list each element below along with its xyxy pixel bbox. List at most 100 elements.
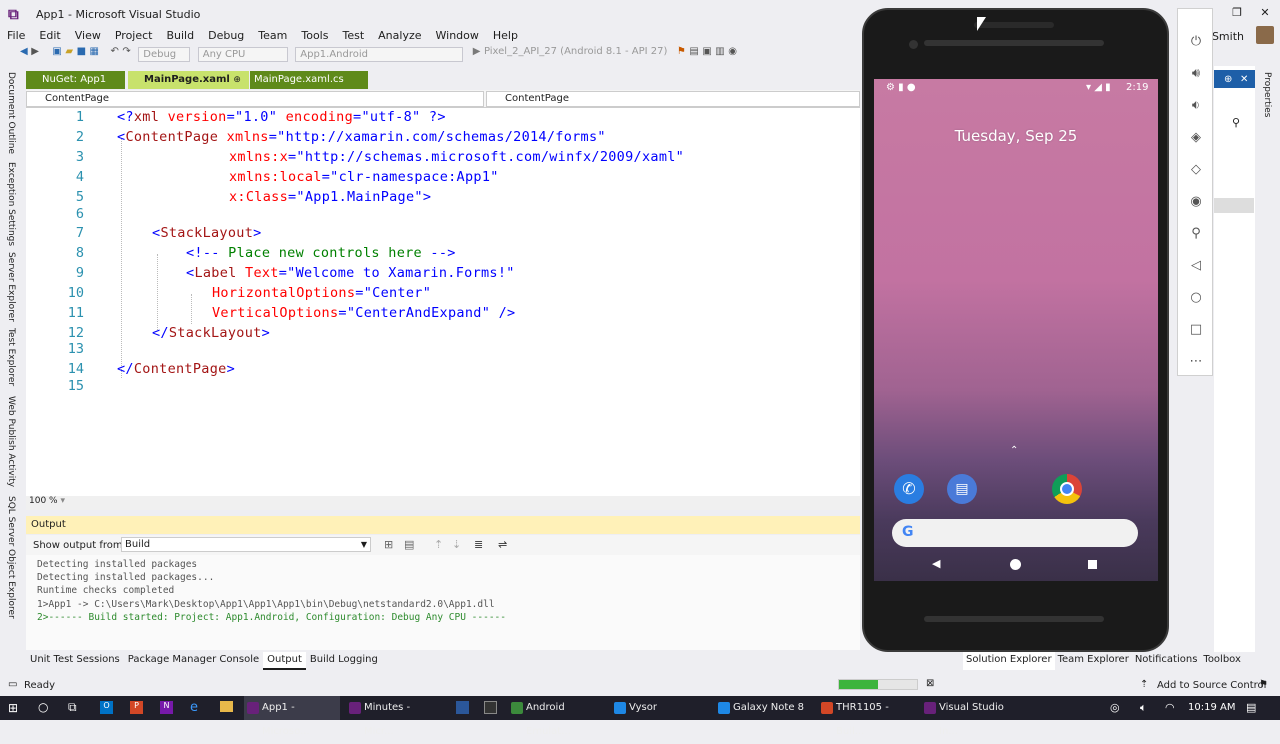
- menu-edit[interactable]: Edit: [32, 29, 67, 43]
- messages-app-icon[interactable]: ▤: [947, 474, 977, 504]
- config-select[interactable]: Debug: [138, 46, 191, 62]
- device-manager-icon[interactable]: ▣: [702, 46, 711, 62]
- menu-view[interactable]: View: [68, 29, 108, 43]
- android-screen[interactable]: ⚙ ▮ ● ▾ ◢ ▮ 2:19 Tuesday, Sep 25 ⌃ ✆ ▤ G…: [874, 79, 1158, 581]
- tab-mainpage-xaml[interactable]: MainPage.xaml ⊕ ×: [128, 71, 249, 103]
- new-project-icon[interactable]: ▣: [52, 46, 61, 62]
- menu-project[interactable]: Project: [108, 29, 160, 43]
- outlook-icon[interactable]: O: [100, 701, 113, 714]
- wifi-tray-icon[interactable]: ◠: [1165, 701, 1175, 714]
- tab-nuget[interactable]: NuGet: App1: [26, 71, 125, 89]
- document-outline-tab[interactable]: Document Outline: [6, 72, 16, 154]
- tab-toolbox[interactable]: Toolbox: [1200, 652, 1244, 670]
- find-message-icon[interactable]: ⊞: [384, 538, 393, 551]
- clear-all-icon[interactable]: ≣: [474, 538, 483, 551]
- menu-test[interactable]: Test: [335, 29, 371, 43]
- server-explorer-tab[interactable]: Server Explorer: [6, 252, 16, 322]
- power-icon[interactable]: ⏻: [1187, 33, 1205, 51]
- back-nav-icon[interactable]: ◀: [932, 557, 940, 570]
- go-down-icon[interactable]: ⇣: [452, 538, 461, 551]
- menu-analyze[interactable]: Analyze: [371, 29, 428, 43]
- breakpoint-icon[interactable]: ◉: [728, 46, 737, 62]
- menu-build[interactable]: Build: [159, 29, 201, 43]
- undo-icon[interactable]: ↶: [110, 46, 118, 62]
- code-editor[interactable]: 1 2 3 4 5 6 7 8 9 10 11 12 13 14 15 <?xml version="1.0…: [26, 108, 860, 496]
- chrome-app-icon[interactable]: [1052, 474, 1082, 504]
- search-icon[interactable]: ⚲: [1232, 116, 1240, 129]
- zoom-icon[interactable]: ⚲: [1187, 225, 1205, 243]
- menu-team[interactable]: Team: [251, 29, 294, 43]
- exception-settings-tab[interactable]: Exception Settings: [6, 162, 16, 246]
- save-icon[interactable]: ■: [77, 46, 86, 62]
- notification-icon[interactable]: ⚑: [1259, 679, 1268, 690]
- tab-mainpage-cs[interactable]: MainPage.xaml.cs: [250, 71, 368, 89]
- open-folder-icon[interactable]: ▰: [65, 46, 73, 62]
- home-nav-icon[interactable]: [1010, 559, 1021, 570]
- network-icon[interactable]: ◎: [1110, 701, 1120, 714]
- overview-icon[interactable]: □: [1187, 321, 1205, 339]
- nav-scope-select[interactable]: ContentPage: [26, 91, 484, 107]
- volume-icon[interactable]: 🔈︎: [1140, 701, 1147, 715]
- tab-package-manager-console[interactable]: Package Manager Console: [124, 652, 263, 670]
- test-explorer-tab[interactable]: Test Explorer: [6, 328, 16, 386]
- edge-icon[interactable]: e: [190, 700, 198, 715]
- word-wrap-icon[interactable]: ⇌: [498, 538, 507, 551]
- device-select[interactable]: Pixel_2_API_27 (Android 8.1 - API 27): [484, 46, 667, 62]
- tab-build-logging[interactable]: Build Logging: [306, 652, 382, 670]
- run-icon[interactable]: ▶: [473, 46, 481, 62]
- vs-code-icon[interactable]: [456, 701, 469, 714]
- home-icon[interactable]: ○: [1187, 289, 1205, 307]
- onenote-icon[interactable]: N: [160, 701, 173, 714]
- terminal-icon[interactable]: [484, 701, 497, 714]
- back-icon[interactable]: ◁: [1187, 257, 1205, 275]
- taskbar-item-minutes[interactable]: Minutes - Micr...: [346, 696, 442, 737]
- sdk-manager-icon[interactable]: ▥: [715, 46, 724, 62]
- forward-icon[interactable]: ▶: [31, 46, 39, 62]
- tab-output[interactable]: Output: [263, 652, 306, 670]
- recents-nav-icon[interactable]: [1088, 560, 1097, 569]
- taskbar-item-galaxy[interactable]: Galaxy Note 8: [715, 696, 813, 720]
- tool-icon[interactable]: ⚑: [677, 46, 686, 62]
- volume-down-icon[interactable]: 🔉︎: [1187, 97, 1205, 115]
- startup-project-select[interactable]: App1.Android: [295, 46, 464, 62]
- tab-unit-test-sessions[interactable]: Unit Test Sessions: [26, 652, 124, 670]
- tab-notifications[interactable]: Notifications: [1132, 652, 1201, 670]
- more-icon[interactable]: ⋯: [1187, 353, 1205, 371]
- properties-tab[interactable]: Properties: [1262, 72, 1272, 117]
- menu-help[interactable]: Help: [486, 29, 525, 43]
- taskbar-item-emulator[interactable]: Android Emulat...: [508, 696, 606, 737]
- taskbar-item-vs-installer[interactable]: Visual Studio In...: [921, 696, 1019, 737]
- taskbar-item-app1[interactable]: App1 - Microso...: [244, 696, 340, 737]
- back-icon[interactable]: ◀: [20, 46, 28, 62]
- platform-select[interactable]: Any CPU: [197, 46, 288, 62]
- output-source-select[interactable]: Build ▼: [121, 537, 371, 552]
- tab-team-explorer[interactable]: Team Explorer: [1055, 652, 1132, 670]
- pin-icon[interactable]: ⊕: [1224, 74, 1232, 85]
- volume-up-icon[interactable]: 🔊︎: [1187, 65, 1205, 83]
- action-center-icon[interactable]: ▤: [1246, 701, 1256, 714]
- rotate-left-icon[interactable]: ◈: [1187, 129, 1205, 147]
- add-to-source-control-button[interactable]: Add to Source Control: [1157, 680, 1266, 691]
- taskbar-item-thr1105[interactable]: THR1105 - Buil...: [818, 696, 916, 737]
- restore-button[interactable]: ❐: [1230, 6, 1244, 20]
- powerpoint-icon[interactable]: P: [130, 701, 143, 714]
- screenshot-icon[interactable]: ◉: [1187, 193, 1205, 211]
- search-icon[interactable]: ○: [38, 700, 48, 714]
- start-icon[interactable]: ⊞: [8, 701, 18, 715]
- close-window-button[interactable]: ✕: [1258, 6, 1272, 20]
- avatar[interactable]: [1256, 26, 1274, 44]
- phone-app-icon[interactable]: ✆: [894, 474, 924, 504]
- menu-file[interactable]: File: [0, 29, 32, 43]
- tab-solution-explorer[interactable]: Solution Explorer: [963, 652, 1055, 670]
- close-panel-icon[interactable]: ✕: [1240, 74, 1248, 85]
- output-text[interactable]: Detecting installed packages Detecting in…: [26, 555, 860, 650]
- taskbar-item-vysor[interactable]: Vysor: [611, 696, 709, 720]
- google-search-bar[interactable]: G: [892, 519, 1138, 547]
- menu-tools[interactable]: Tools: [294, 29, 335, 43]
- menu-window[interactable]: Window: [429, 29, 486, 43]
- app-drawer-arrow-icon[interactable]: ⌃: [1010, 445, 1018, 456]
- toolbox-icon[interactable]: ▤: [689, 46, 698, 62]
- task-view-icon[interactable]: ⧉: [68, 700, 77, 715]
- rotate-right-icon[interactable]: ◇: [1187, 161, 1205, 179]
- prev-message-icon[interactable]: ▤: [404, 538, 414, 551]
